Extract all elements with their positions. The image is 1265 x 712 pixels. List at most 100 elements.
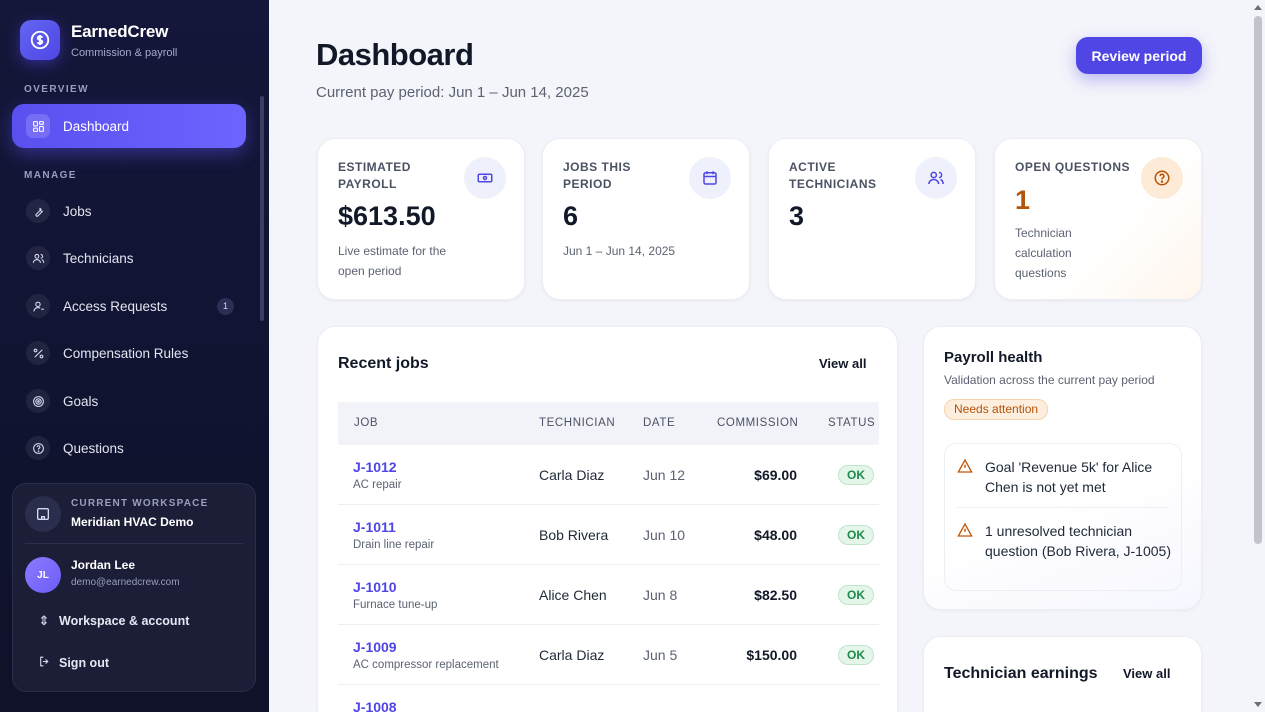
users-icon xyxy=(915,157,957,199)
section-label-overview: OVERVIEW xyxy=(24,84,89,95)
brand[interactable]: EarnedCrew Commission & payroll xyxy=(20,20,177,60)
workspace-label: CURRENT WORKSPACE xyxy=(71,498,209,509)
sidebar-item-label: Jobs xyxy=(63,203,92,219)
column-header-commission[interactable]: COMMISSION xyxy=(717,417,798,429)
issue-text: 1 unresolved technician question (Bob Ri… xyxy=(985,523,1171,559)
scrollbar-thumb[interactable] xyxy=(1254,16,1262,544)
brand-subtitle: Commission & payroll xyxy=(71,46,178,59)
sidebar-item-questions[interactable]: Questions xyxy=(12,426,246,470)
list-item: Goal 'Revenue 5k' for Alice Chen is not … xyxy=(957,457,1171,497)
stat-label: OPEN QUESTIONS xyxy=(1015,160,1131,174)
technician-name: Bob Rivera xyxy=(539,527,609,543)
stat-note: Jun 1 – Jun 14, 2025 xyxy=(563,244,676,258)
stat-note: Live estimate for the open period xyxy=(338,244,447,278)
stat-value: 3 xyxy=(789,201,805,231)
issue-text: Goal 'Revenue 5k' for Alice Chen is not … xyxy=(985,459,1153,495)
job-date: Jun 12 xyxy=(643,467,686,483)
commission-amount: $150.00 xyxy=(746,647,797,663)
status-badge: OK xyxy=(838,645,874,665)
status-badge: OK xyxy=(838,525,874,545)
sidebar-item-dashboard[interactable]: Dashboard xyxy=(12,104,246,148)
job-date: Jun 5 xyxy=(643,647,678,663)
section-label-manage: MANAGE xyxy=(24,170,77,181)
commission-amount: $82.50 xyxy=(754,587,797,603)
sidebar-item-technicians[interactable]: Technicians xyxy=(12,236,246,280)
table-header: JOB TECHNICIAN DATE COMMISSION STATUS xyxy=(338,402,879,445)
review-period-button[interactable]: Review period xyxy=(1076,37,1202,74)
sign-out-label: Sign out xyxy=(59,656,109,670)
wrench-icon xyxy=(26,199,50,223)
payroll-health-card: Payroll health Validation across the cur… xyxy=(923,326,1202,610)
sign-out-icon xyxy=(37,655,51,671)
technician-name: Alice Chen xyxy=(539,587,607,603)
job-id-link[interactable]: J-1010 xyxy=(353,579,397,595)
page-title: Dashboard xyxy=(316,37,474,72)
workspace-account-label: Workspace & account xyxy=(59,614,190,628)
workspace-account-button[interactable]: ⇕ Workspace & account xyxy=(37,613,190,629)
technician-name: Carla Diaz xyxy=(539,647,605,663)
stat-value: $613.50 xyxy=(338,201,436,231)
technician-earnings-card: Technician earnings View all xyxy=(923,636,1202,712)
sidebar-item-label: Questions xyxy=(63,440,124,456)
sidebar-item-compensation-rules[interactable]: Compensation Rules xyxy=(12,331,246,375)
job-description: AC compressor replacement xyxy=(353,659,499,671)
payroll-health-subtitle: Validation across the current pay period xyxy=(944,373,1155,387)
sidebar-item-access-requests[interactable]: Access Requests 1 xyxy=(12,284,246,328)
recent-jobs-title: Recent jobs xyxy=(338,355,429,372)
sign-out-button[interactable]: Sign out xyxy=(37,655,109,671)
calendar-icon xyxy=(689,157,731,199)
brand-name: EarnedCrew xyxy=(71,21,169,41)
table-row[interactable]: J-1009 AC compressor replacement Carla D… xyxy=(338,625,879,685)
table-row[interactable]: J-1011 Drain line repair Bob Rivera Jun … xyxy=(338,505,879,565)
job-id-link[interactable]: J-1012 xyxy=(353,459,397,475)
column-header-date[interactable]: DATE xyxy=(643,417,675,429)
avatar: JL xyxy=(25,557,61,593)
technician-name: Carla Diaz xyxy=(539,467,605,483)
stat-note: Technician calculation questions xyxy=(1015,226,1072,280)
recent-jobs-card: Recent jobs View all JOB TECHNICIAN DATE… xyxy=(317,326,898,712)
user-email: demo@earnedcrew.com xyxy=(71,577,180,588)
access-requests-count-badge: 1 xyxy=(217,297,234,315)
stat-label: JOBS THIS PERIOD xyxy=(563,160,631,191)
help-circle-icon xyxy=(26,436,50,460)
commission-amount: $69.00 xyxy=(754,467,797,483)
column-header-technician[interactable]: TECHNICIAN xyxy=(539,417,615,429)
sidebar-item-label: Technicians xyxy=(63,250,134,266)
commission-amount: $48.00 xyxy=(754,527,797,543)
table-row[interactable]: J-1008 xyxy=(338,685,879,712)
grid-icon xyxy=(26,114,50,138)
help-circle-icon xyxy=(1141,157,1183,199)
stat-label: ESTIMATED PAYROLL xyxy=(338,160,411,191)
column-header-status[interactable]: STATUS xyxy=(828,417,875,429)
job-id-link[interactable]: J-1009 xyxy=(353,639,397,655)
job-description: Furnace tune-up xyxy=(353,599,438,611)
job-id-link[interactable]: J-1008 xyxy=(353,699,397,712)
sidebar-item-goals[interactable]: Goals xyxy=(12,379,246,423)
scroll-up-icon[interactable] xyxy=(1254,5,1262,10)
table-row[interactable]: J-1010 Furnace tune-up Alice Chen Jun 8 … xyxy=(338,565,879,625)
job-description: AC repair xyxy=(353,479,402,491)
column-header-job[interactable]: JOB xyxy=(354,417,378,429)
recent-jobs-view-all-link[interactable]: View all xyxy=(819,356,866,371)
sidebar: EarnedCrew Commission & payroll OVERVIEW… xyxy=(0,0,269,712)
sidebar-scrollbar[interactable] xyxy=(259,88,265,480)
divider xyxy=(957,507,1169,508)
stat-value: 6 xyxy=(563,201,579,231)
sidebar-item-label: Dashboard xyxy=(63,118,130,134)
sidebar-item-label: Goals xyxy=(63,393,99,409)
dollar-icon xyxy=(20,20,60,60)
job-description: Drain line repair xyxy=(353,539,435,551)
divider xyxy=(25,543,243,544)
sidebar-item-jobs[interactable]: Jobs xyxy=(12,189,246,233)
user-icon xyxy=(26,294,50,318)
chevron-up-down-icon: ⇕ xyxy=(38,613,50,628)
user-name: Jordan Lee xyxy=(71,558,136,572)
job-id-link[interactable]: J-1011 xyxy=(353,519,396,535)
stat-card-jobs-this-period: JOBS THIS PERIOD 6 Jun 1 – Jun 14, 2025 xyxy=(542,138,750,300)
scroll-down-icon[interactable] xyxy=(1254,702,1262,707)
warning-icon xyxy=(957,522,973,561)
technician-earnings-view-all-link[interactable]: View all xyxy=(1123,666,1170,681)
page-scrollbar[interactable] xyxy=(1251,0,1265,712)
table-row[interactable]: J-1012 AC repair Carla Diaz Jun 12 $69.0… xyxy=(338,445,879,505)
status-badge: OK xyxy=(838,585,874,605)
